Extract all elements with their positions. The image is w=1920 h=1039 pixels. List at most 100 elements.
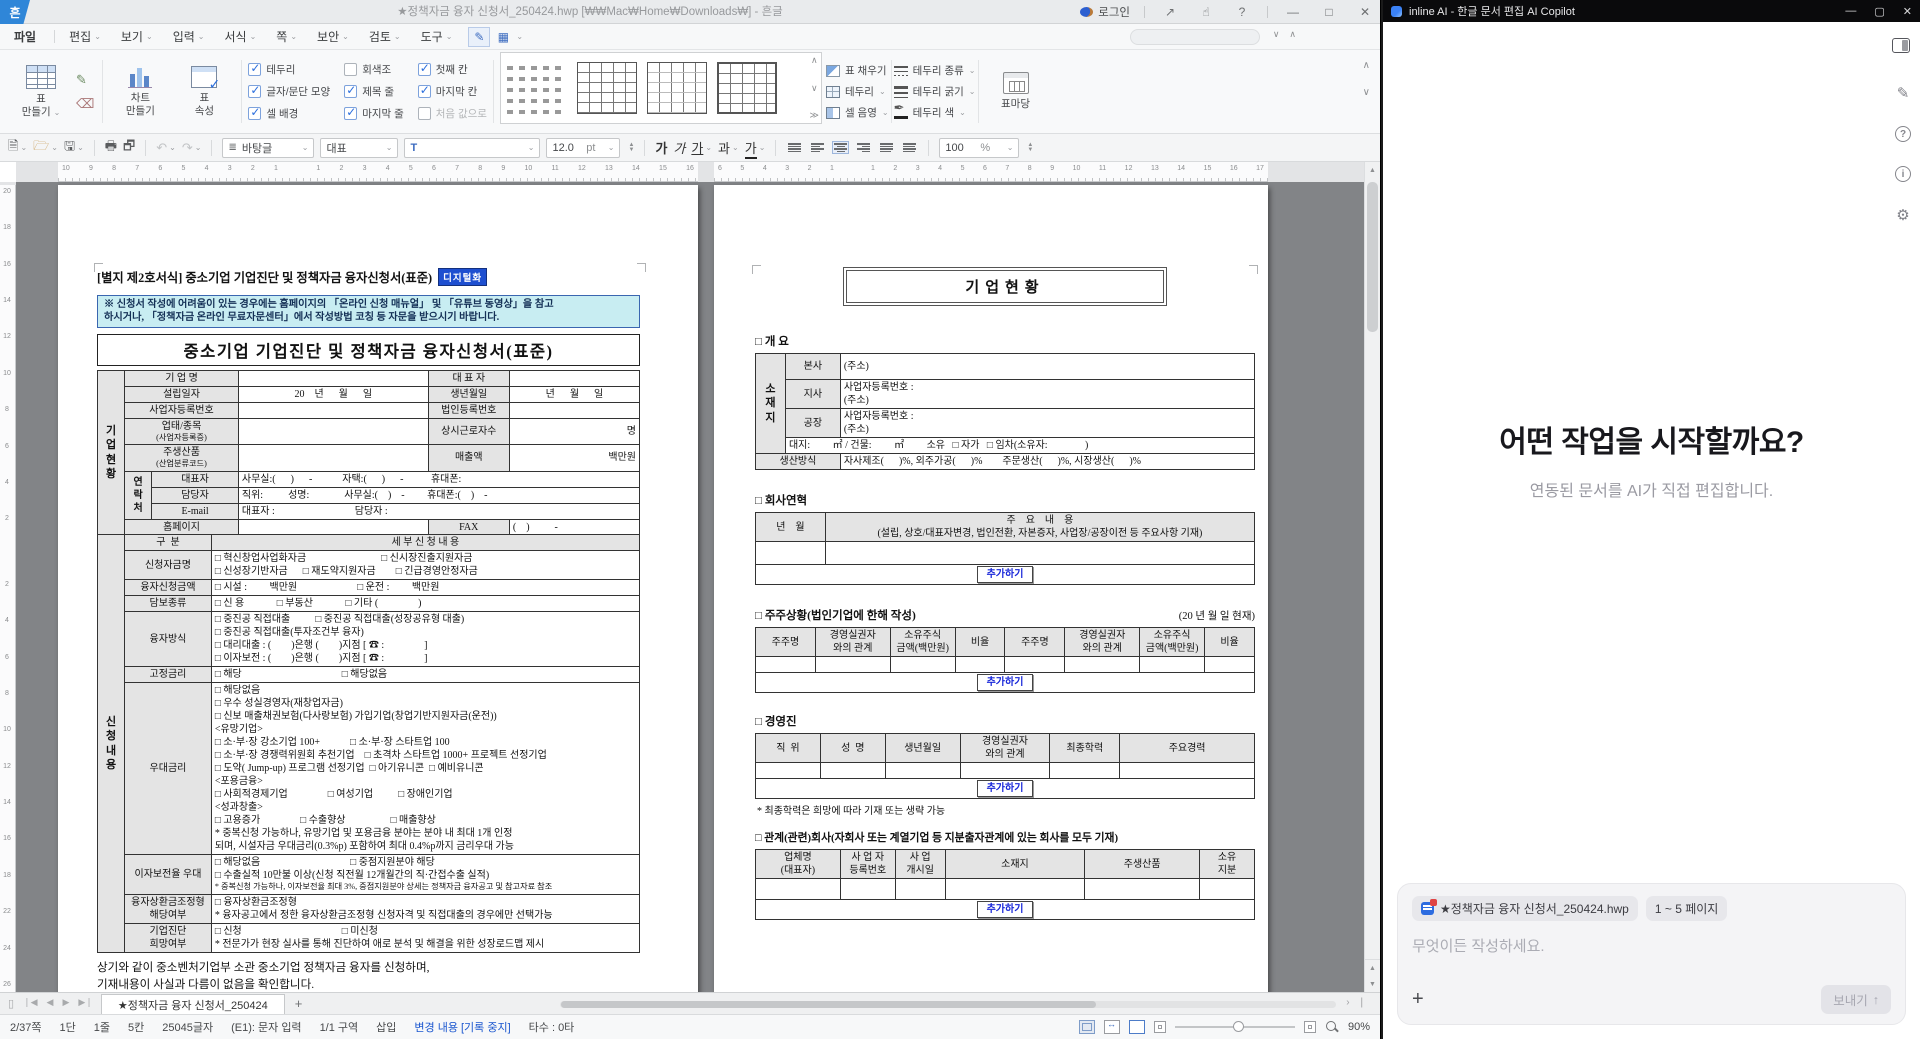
copilot-minimize-button[interactable]: —: [1845, 5, 1856, 18]
document-page-2[interactable]: 기업현황 □ 개 요 소 재 지본사(주소)지사사업자등록번호 :(주소)공장사…: [714, 185, 1268, 992]
font-select[interactable]: T⌄: [404, 138, 540, 158]
chevron-up-icon[interactable]: ∧: [1289, 29, 1296, 40]
underline-button[interactable]: 가: [691, 138, 703, 157]
scroll-right-icon[interactable]: ›: [1346, 997, 1349, 1008]
scroll-end-icon[interactable]: ❘: [1358, 997, 1366, 1008]
gallery-expand-icon[interactable]: ≫: [810, 110, 819, 121]
ribbon-check-마지막 칸[interactable]: 마지막 칸: [418, 84, 487, 99]
table-fill-button[interactable]: 표 채우기: [826, 63, 889, 78]
bold-button[interactable]: 가: [655, 138, 667, 157]
document-page-1[interactable]: [별지 제2호서식] 중소기업 기업진단 및 정책자금 융자신청서(표준) 디지…: [58, 185, 698, 992]
table-style-preview[interactable]: [717, 62, 777, 114]
border-weight-button[interactable]: 테두리 굵기 ⌄: [894, 84, 976, 99]
table-style-preview[interactable]: [507, 62, 567, 114]
align-divide-icon[interactable]: [901, 141, 918, 154]
page-down-icon[interactable]: ▼: [1365, 976, 1380, 992]
gallery-up-icon[interactable]: ∧: [811, 55, 818, 66]
font-size-stepper[interactable]: ▲▼: [628, 143, 634, 153]
font-size-input[interactable]: 12.0pt⌄: [546, 138, 620, 158]
ribbon-check-테두리[interactable]: 테두리: [248, 62, 330, 77]
table-madang-button[interactable]: 표마당: [987, 72, 1045, 111]
settings-gear-icon[interactable]: ⚙: [1896, 206, 1909, 224]
page-range-badge[interactable]: 1 ~ 5 페이지: [1646, 896, 1727, 921]
document-area[interactable]: [별지 제2호서식] 중소기업 기업진단 및 정책자금 융자신청서(표준) 디지…: [16, 182, 1364, 992]
table-toolbar-toggle-icon[interactable]: ▦: [492, 27, 514, 47]
document-chip[interactable]: ★정책자금 융자 신청서_250424.hwp: [1412, 896, 1638, 921]
prev-tab-icon[interactable]: ◀: [47, 997, 54, 1010]
tab-list-icon[interactable]: ▯: [8, 997, 14, 1010]
menu-file[interactable]: 파일: [0, 28, 50, 45]
view-fit-width-icon[interactable]: [1104, 1020, 1120, 1034]
ribbon-collapse-icon[interactable]: ∧: [1363, 60, 1370, 71]
cell-shade-button[interactable]: 셀 음영 ⌄: [826, 105, 889, 120]
send-button[interactable]: 보내기↑: [1821, 985, 1891, 1014]
view-full-screen-icon[interactable]: [1129, 1020, 1145, 1034]
print-icon[interactable]: 🖶: [105, 137, 117, 159]
document-tab[interactable]: ★정책자금 융자 신청서_250424: [101, 994, 285, 1015]
next-tab-icon[interactable]: ▶: [62, 997, 69, 1010]
ribbon-check-마지막 줄[interactable]: 마지막 줄: [344, 106, 404, 121]
change-tracking-status[interactable]: 변경 내용 [기록 중지]: [414, 1019, 510, 1035]
new-document-icon[interactable]: 🗎: [8, 137, 18, 159]
horizontal-ruler[interactable]: 1098765432112345678910111213141516 65432…: [16, 162, 1364, 182]
chat-input-card[interactable]: ★정책자금 융자 신청서_250424.hwp 1 ~ 5 페이지 무엇이든 작…: [1397, 883, 1906, 1025]
menu-검토[interactable]: 검토⌄: [359, 28, 411, 45]
quick-search-box[interactable]: [1130, 29, 1260, 45]
login-button[interactable]: 로그인: [1080, 4, 1130, 20]
vertical-scrollbar[interactable]: ▲ ▲ ▼: [1364, 162, 1380, 992]
pen-toolbar-toggle-icon[interactable]: ✎: [468, 27, 490, 47]
menu-서식[interactable]: 서식⌄: [214, 28, 266, 45]
menu-쪽[interactable]: 쪽⌄: [266, 28, 307, 45]
make-chart-button[interactable]: 차트 만들기: [111, 66, 169, 117]
gallery-down-icon[interactable]: ∨: [811, 83, 818, 94]
undo-icon[interactable]: ↶: [156, 140, 167, 156]
border-button[interactable]: 테두리 ⌄: [826, 84, 889, 99]
menu-보안[interactable]: 보안⌄: [307, 28, 359, 45]
align-justify-icon[interactable]: [786, 141, 803, 154]
table-properties-button[interactable]: 표 속성: [175, 66, 233, 117]
align-distribute-icon[interactable]: [878, 141, 895, 154]
scroll-up-icon[interactable]: ▲: [1365, 162, 1380, 178]
draw-table-icon[interactable]: ✎: [76, 72, 94, 88]
add-row-button[interactable]: 추가하기: [977, 780, 1034, 797]
italic-button[interactable]: 가: [673, 138, 685, 157]
zoom-stepper[interactable]: ▲▼: [1027, 143, 1033, 153]
chat-input-placeholder[interactable]: 무엇이든 작성하세요.: [1412, 935, 1891, 956]
zoom-level[interactable]: 90%: [1348, 1021, 1370, 1033]
page-up-icon[interactable]: ▲: [1365, 960, 1380, 976]
table-style-preview[interactable]: [577, 62, 637, 114]
table-style-preview[interactable]: [647, 62, 707, 114]
align-right-icon[interactable]: [855, 141, 872, 154]
info-circle-icon[interactable]: i: [1895, 166, 1911, 182]
add-row-button[interactable]: 추가하기: [977, 674, 1034, 691]
save-icon[interactable]: 🖫: [64, 137, 75, 159]
print-preview-icon[interactable]: 🗗: [123, 137, 135, 159]
ribbon-check-셀 배경[interactable]: 셀 배경: [248, 106, 330, 121]
copilot-maximize-button[interactable]: ▢: [1874, 5, 1884, 18]
zoom-slider-knob[interactable]: [1233, 1021, 1244, 1032]
zoom-slider[interactable]: [1175, 1020, 1295, 1034]
vertical-ruler[interactable]: 201816141210864224681012141618222426: [0, 182, 16, 992]
sidebar-toggle-icon[interactable]: [1892, 38, 1910, 53]
help-circle-icon[interactable]: ?: [1895, 126, 1911, 142]
table-style-gallery[interactable]: ∧ ∨ ≫: [500, 52, 822, 124]
ribbon-check-글자/문단 모양[interactable]: 글자/문단 모양: [248, 84, 330, 99]
view-fit-page-icon[interactable]: [1079, 1020, 1095, 1034]
attach-plus-button[interactable]: +: [1412, 988, 1424, 1011]
zoom-page-icon[interactable]: [1304, 1021, 1316, 1033]
menu-편집[interactable]: 편집⌄: [59, 28, 111, 45]
menu-보기[interactable]: 보기⌄: [111, 28, 163, 45]
horizontal-scrollbar[interactable]: [560, 1001, 1336, 1008]
style-preset-select[interactable]: 대표⌄: [320, 138, 398, 158]
make-table-button[interactable]: 표 만들기 ⌄: [12, 65, 70, 118]
redo-icon[interactable]: ↷: [182, 140, 193, 156]
minimize-button[interactable]: —: [1282, 5, 1304, 19]
chevron-down-icon[interactable]: ∨: [1273, 29, 1280, 40]
copilot-close-button[interactable]: ✕: [1903, 5, 1912, 18]
expand-icon[interactable]: ↗: [1159, 5, 1181, 19]
scrollbar-thumb[interactable]: [1367, 182, 1378, 332]
ribbon-check-첫째 칸[interactable]: 첫째 칸: [418, 62, 487, 77]
align-center-icon[interactable]: [832, 141, 849, 154]
border-type-button[interactable]: 테두리 종류 ⌄: [894, 63, 976, 78]
add-row-button[interactable]: 추가하기: [977, 901, 1034, 918]
